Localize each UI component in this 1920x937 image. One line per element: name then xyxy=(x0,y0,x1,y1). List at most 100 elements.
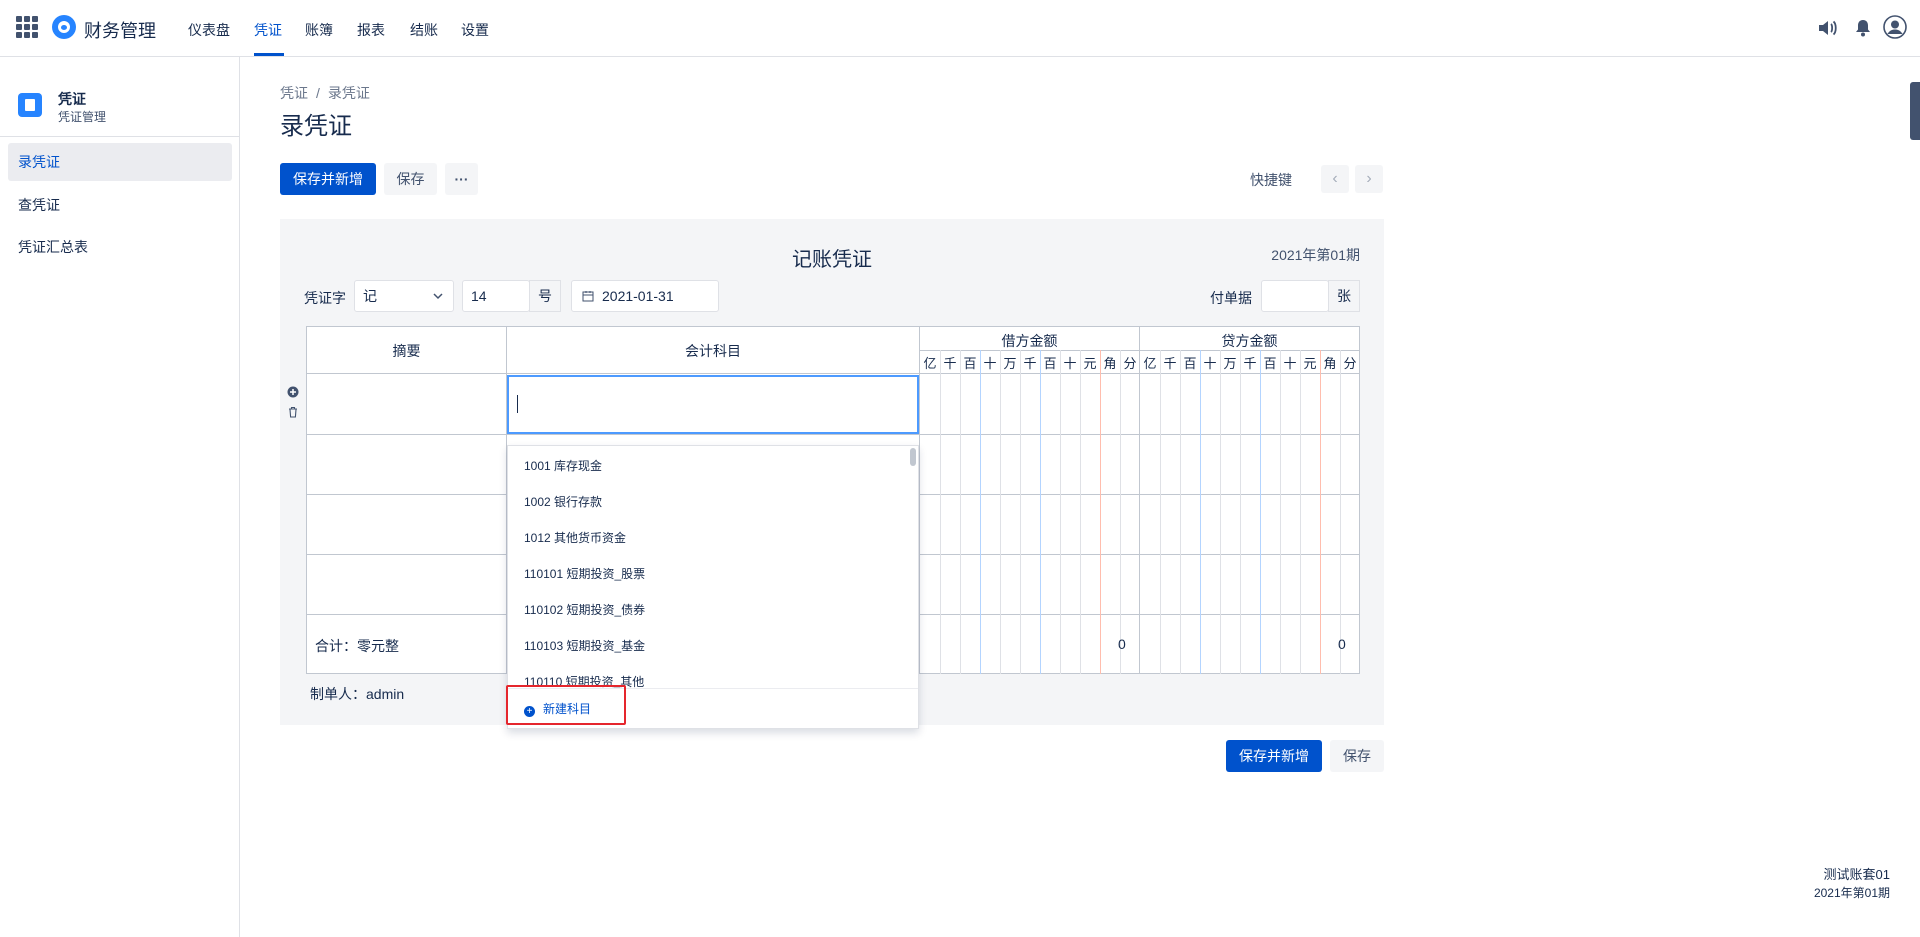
account-set-name: 测试账套01 xyxy=(1823,867,1890,882)
bottom-save-button[interactable]: 保存 xyxy=(1330,740,1384,772)
account-option[interactable]: 110103 短期投资_基金 xyxy=(524,636,645,656)
save-and-new-button[interactable]: 保存并新增 xyxy=(280,163,376,195)
dropdown-scrollbar[interactable] xyxy=(910,448,916,466)
user-avatar-icon[interactable] xyxy=(1883,15,1907,39)
digit-unit-label: 分 xyxy=(1123,356,1137,371)
digit-unit-label: 百 xyxy=(1043,356,1057,371)
next-voucher-button[interactable]: › xyxy=(1355,165,1383,193)
digit-unit-label: 十 xyxy=(1203,356,1217,371)
digit-column-divider xyxy=(940,350,941,674)
speaker-icon[interactable] xyxy=(1816,17,1838,39)
nav-ledger[interactable]: 账簿 xyxy=(305,20,333,40)
digit-unit-label: 十 xyxy=(983,356,997,371)
grid-col-divider xyxy=(1139,326,1140,674)
total-amount-label: 合计：零元整 xyxy=(315,638,399,654)
text-caret xyxy=(517,395,518,413)
prev-voucher-button[interactable]: ‹ xyxy=(1321,165,1349,193)
nav-voucher[interactable]: 凭证 xyxy=(254,20,282,40)
digit-unit-label: 千 xyxy=(1023,356,1037,371)
maker-info: 制单人：admin xyxy=(310,686,405,702)
side-panel-handle[interactable] xyxy=(1910,82,1920,140)
col-header-credit: 贷方金额 xyxy=(1221,333,1278,349)
digit-column-divider xyxy=(1320,350,1321,674)
grid-row-divider xyxy=(306,373,1360,374)
debit-total-value: 0 xyxy=(1118,636,1126,652)
voucher-number-input[interactable]: 14 xyxy=(462,280,530,312)
highlight-annotation-box xyxy=(506,685,626,725)
sidebar-item-record-voucher[interactable]: 录凭证 xyxy=(8,143,232,181)
digit-unit-label: 十 xyxy=(1063,356,1077,371)
sidebar-item-query-voucher[interactable]: 查凭证 xyxy=(8,186,232,224)
account-option[interactable]: 110101 短期投资_股票 xyxy=(524,564,645,584)
digit-unit-label: 元 xyxy=(1083,356,1097,371)
attachment-count-input[interactable] xyxy=(1261,280,1329,312)
digit-column-divider xyxy=(1040,350,1041,674)
breadcrumb-current[interactable]: 录凭证 xyxy=(328,85,370,101)
attachment-suffix: 张 xyxy=(1328,280,1360,312)
voucher-word-label: 凭证字 xyxy=(304,290,346,306)
account-option[interactable]: 110102 短期投资_债券 xyxy=(524,600,645,620)
grid-row-divider xyxy=(306,434,1360,435)
nav-reports[interactable]: 报表 xyxy=(357,20,385,40)
digit-unit-label: 元 xyxy=(1303,356,1317,371)
digit-unit-label: 百 xyxy=(1183,356,1197,371)
digit-unit-label: 百 xyxy=(1263,356,1277,371)
add-row-icon[interactable] xyxy=(287,386,299,398)
nav-active-indicator xyxy=(254,53,284,56)
voucher-word-value: 记 xyxy=(363,288,377,304)
digit-unit-label: 百 xyxy=(963,356,977,371)
credit-total-value: 0 xyxy=(1338,636,1346,652)
col-header-summary: 摘要 xyxy=(392,343,421,359)
sidebar-subtitle: 凭证管理 xyxy=(58,110,107,124)
digit-unit-label: 亿 xyxy=(1143,356,1157,371)
digit-column-divider xyxy=(1240,350,1241,674)
footer-period: 2021年第01期 xyxy=(1813,886,1890,900)
sidebar-title: 凭证 xyxy=(58,91,86,107)
nav-dashboard[interactable]: 仪表盘 xyxy=(188,20,230,40)
app-title: 财务管理 xyxy=(84,21,156,41)
bell-icon[interactable] xyxy=(1852,17,1874,39)
app-switcher-icon[interactable] xyxy=(16,16,38,38)
page-title: 录凭证 xyxy=(280,113,352,140)
digit-unit-label: 角 xyxy=(1103,356,1117,371)
digit-column-divider xyxy=(1340,350,1341,674)
breadcrumb-root[interactable]: 凭证 xyxy=(280,85,308,101)
digit-column-divider xyxy=(1100,350,1101,674)
shortcut-link[interactable]: 快捷键 xyxy=(1250,170,1292,190)
calendar-icon xyxy=(582,291,594,302)
voucher-date-value: 2021-01-31 xyxy=(602,288,674,304)
app-logo xyxy=(52,15,76,39)
digit-column-divider xyxy=(960,350,961,674)
digit-column-divider xyxy=(1120,350,1121,674)
digit-unit-label: 万 xyxy=(1223,356,1237,371)
nav-settings[interactable]: 设置 xyxy=(461,20,489,40)
digit-unit-label: 千 xyxy=(1243,356,1257,371)
digit-column-divider xyxy=(1000,350,1001,674)
digit-column-divider xyxy=(1060,350,1061,674)
attachment-label: 付单据 xyxy=(1210,290,1252,306)
col-header-debit: 借方金额 xyxy=(1001,333,1058,349)
bottom-save-and-new-button[interactable]: 保存并新增 xyxy=(1226,740,1322,772)
digit-unit-label: 十 xyxy=(1283,356,1297,371)
digit-column-divider xyxy=(1220,350,1221,674)
digit-unit-label: 万 xyxy=(1003,356,1017,371)
nav-closing[interactable]: 结账 xyxy=(410,20,438,40)
digit-unit-label: 分 xyxy=(1343,356,1357,371)
chevron-down-icon xyxy=(433,293,443,300)
voucher-title: 记账凭证 xyxy=(792,249,872,271)
digit-column-divider xyxy=(1020,350,1021,674)
save-button[interactable]: 保存 xyxy=(384,163,437,195)
breadcrumb: 凭证 / 录凭证 xyxy=(280,83,370,103)
delete-row-icon[interactable] xyxy=(287,406,299,418)
digit-column-divider xyxy=(1180,350,1181,674)
voucher-date-picker[interactable]: 2021-01-31 xyxy=(571,280,719,312)
sidebar-header: 凭证 凭证管理 xyxy=(0,57,239,137)
account-option[interactable]: 1001 库存现金 xyxy=(524,456,602,476)
voucher-word-select[interactable]: 记 xyxy=(354,280,454,312)
more-actions-button[interactable]: ··· xyxy=(445,163,478,195)
account-option[interactable]: 1002 银行存款 xyxy=(524,492,602,512)
account-input-cell[interactable] xyxy=(507,375,919,434)
sidebar-item-voucher-summary[interactable]: 凭证汇总表 xyxy=(8,228,232,266)
digit-unit-label: 角 xyxy=(1323,356,1337,371)
account-option[interactable]: 1012 其他货币资金 xyxy=(524,528,626,548)
